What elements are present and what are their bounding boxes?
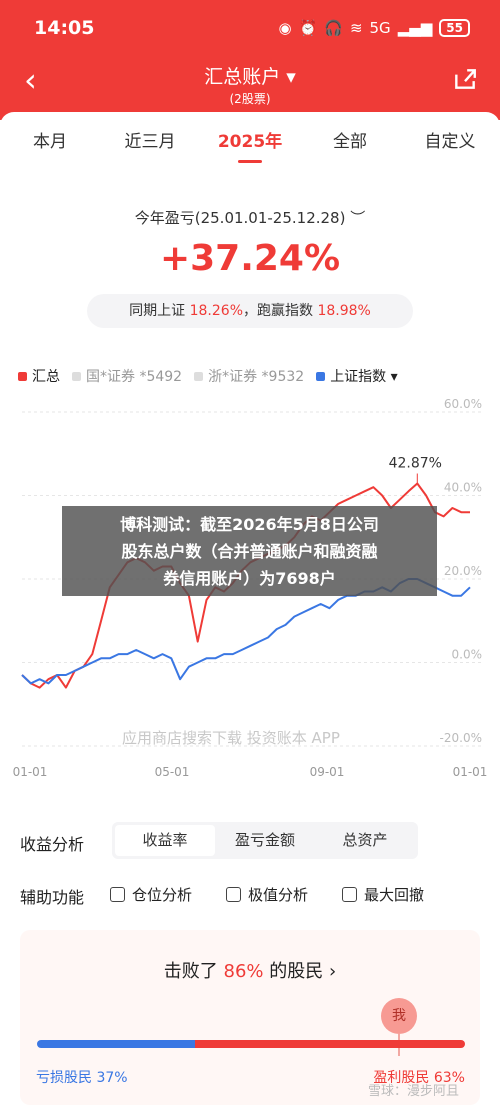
legend-total[interactable]: 汇总	[18, 366, 60, 386]
alarm-icon: ⏰	[298, 19, 318, 37]
battery-icon: 55	[439, 19, 470, 37]
peak-annotation: 42.87%	[389, 456, 442, 472]
chart-watermark: 应用商店搜索下载 投资账本 APP	[122, 729, 340, 747]
aux-options: 仓位分析 极值分析 最大回撤	[110, 884, 424, 905]
status-icons: ◉ ⏰ 🎧 ≋ 5G ▂▄▆ 55	[278, 19, 470, 37]
benchmark-compare: 同期上证 18.26%，跑赢指数 18.98%	[87, 294, 413, 328]
checkbox-extreme-analysis[interactable]: 极值分析	[226, 884, 308, 905]
checkbox-icon[interactable]	[110, 887, 125, 902]
y-tick-label: 20.0%	[444, 564, 482, 578]
year-profit-label: 今年盈亏(25.01.01-25.12.28) ︶	[0, 207, 500, 228]
legend-label-index: 上证指数 ▾	[330, 369, 398, 385]
y-tick-label: 40.0%	[444, 481, 482, 495]
beat-suffix: 的股民 ›	[263, 961, 337, 982]
analysis-label: 收益分析	[20, 835, 85, 854]
aux-label: 辅助功能	[20, 888, 85, 907]
chart-legend: 汇总 国*证券 *5492 浙*证券 *9532 上证指数 ▾	[18, 366, 398, 386]
compare-prefix: 同期上证	[129, 303, 186, 319]
signal-icon: ▂▄▆	[397, 19, 433, 37]
compare-beat-value: 18.98%	[317, 303, 371, 319]
checkbox-label: 最大回撤	[364, 886, 425, 904]
checkbox-label: 仓位分析	[132, 886, 193, 904]
beat-text[interactable]: 击败了 86% 的股民 ›	[0, 957, 500, 983]
compare-sh-value: 18.26%	[189, 303, 243, 319]
status-bar: 14:05 ◉ ⏰ 🎧 ≋ 5G ▂▄▆ 55	[0, 0, 500, 56]
gain-segment	[195, 1040, 465, 1048]
header-bar: 14:05 ◉ ⏰ 🎧 ≋ 5G ▂▄▆ 55 ‹ 汇总账户 ▾ (2股票)	[0, 0, 500, 120]
legend-swatch-account-1	[72, 371, 81, 381]
legend-account-2[interactable]: 浙*证券 *9532	[194, 366, 304, 386]
analysis-segment: 收益率 盈亏金额 总资产	[112, 822, 418, 859]
eye-icon: ◉	[278, 19, 292, 37]
news-overlay: 博科测试：截至2026年5月8日公司 股东总户数（合并普通账户和融资融 券信用账…	[62, 506, 437, 596]
y-tick-label: 0.0%	[452, 648, 483, 662]
tab-three-months[interactable]: 近三月	[100, 112, 200, 167]
status-time: 14:05	[34, 17, 95, 39]
x-tick-label: 09-01	[310, 765, 345, 779]
y-tick-label: 60.0%	[444, 398, 482, 411]
overlay-line-1: 博科测试：截至2026年5月8日公司	[120, 515, 379, 534]
legend-index[interactable]: 上证指数 ▾	[316, 366, 398, 386]
compare-mid: ，跑赢指数	[243, 303, 313, 319]
legend-label-total: 汇总	[32, 369, 60, 385]
account-subtitle: (2股票)	[229, 92, 271, 106]
segment-return-rate[interactable]: 收益率	[115, 825, 215, 856]
legend-label-account-1: 国*证券 *5492	[86, 369, 183, 385]
y-tick-label: -20.0%	[440, 731, 482, 745]
x-tick-label: 01-01	[13, 765, 48, 779]
loss-investors-label: 亏损股民 37%	[36, 1070, 128, 1086]
eye-closed-icon[interactable]: ︶	[350, 209, 365, 227]
checkbox-position-analysis[interactable]: 仓位分析	[110, 884, 192, 905]
segment-profit-amount[interactable]: 盈亏金额	[215, 825, 315, 856]
wifi-icon: ≋	[349, 19, 363, 37]
nav-row: ‹ 汇总账户 ▾ (2股票)	[0, 56, 500, 112]
tab-month[interactable]: 本月	[0, 112, 100, 167]
year-profit-value: +37.24%	[159, 238, 341, 279]
legend-swatch-account-2	[194, 371, 204, 381]
segment-total-assets[interactable]: 总资产	[315, 825, 415, 856]
bottom-watermark: 雪球：漫步阿且	[368, 1084, 460, 1099]
overlay-line-3: 券信用账户）为7698户	[163, 569, 336, 588]
legend-swatch-index	[316, 371, 326, 381]
checkbox-max-drawdown[interactable]: 最大回撤	[342, 884, 424, 905]
account-title[interactable]: 汇总账户 ▾	[0, 62, 500, 89]
x-tick-label: 05-01	[155, 765, 190, 779]
legend-swatch-total	[18, 371, 27, 381]
loss-segment	[37, 1040, 196, 1048]
profit-ratio-bar	[37, 1040, 465, 1048]
checkbox-icon[interactable]	[226, 887, 242, 902]
network-label: 5G	[369, 19, 391, 37]
year-profit-text: 今年盈亏(25.01.01-25.12.28)	[134, 209, 346, 227]
tab-2025[interactable]: 2025年	[200, 112, 300, 167]
legend-account-1[interactable]: 国*证券 *5492	[72, 366, 182, 386]
tab-custom[interactable]: 自定义	[400, 112, 500, 167]
legend-label-account-2: 浙*证券 *9532	[208, 369, 305, 385]
period-tabs: 本月 近三月 2025年 全部 自定义	[0, 112, 500, 167]
checkbox-label: 极值分析	[248, 886, 309, 904]
beat-percent: 86%	[223, 961, 264, 982]
me-marker: 我	[381, 998, 417, 1034]
share-icon[interactable]	[452, 66, 478, 92]
beat-prefix: 击败了	[163, 961, 224, 982]
headphone-icon: 🎧	[324, 19, 343, 37]
checkbox-icon[interactable]	[342, 887, 358, 902]
x-tick-label: 01-01	[453, 765, 488, 779]
tab-all[interactable]: 全部	[300, 112, 400, 167]
overlay-line-2: 股东总户数（合并普通账户和融资融	[121, 542, 378, 561]
